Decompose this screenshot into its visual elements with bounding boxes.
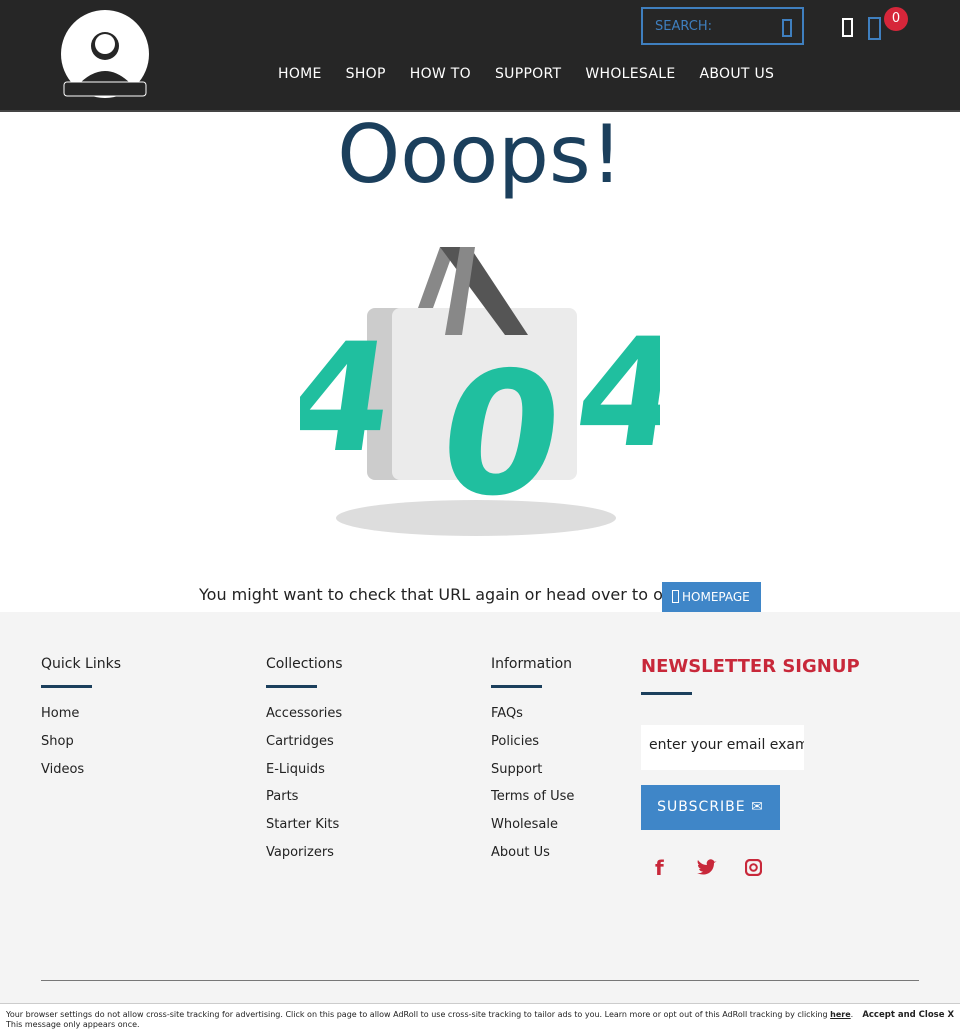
footer-link[interactable]: Vaporizers	[266, 845, 343, 873]
error-message: You might want to check that URL again o…	[199, 585, 680, 604]
footer-link[interactable]: About Us	[491, 845, 574, 873]
header: SEARCH: 0 HOME SHOP HOW TO SUPPORT WHOLE…	[0, 0, 960, 112]
homepage-button[interactable]: HOMEPAGE	[662, 582, 761, 612]
nav-wholesale[interactable]: WHOLESALE	[585, 66, 675, 82]
divider	[266, 685, 317, 688]
footer-link[interactable]: Shop	[41, 734, 121, 762]
footer-link[interactable]: Videos	[41, 762, 121, 790]
information-heading: Information	[491, 656, 573, 672]
nav-how-to[interactable]: HOW TO	[410, 66, 471, 82]
footer-link[interactable]: Parts	[266, 789, 343, 817]
homepage-label: HOMEPAGE	[682, 590, 750, 604]
footer-link[interactable]: E-Liquids	[266, 762, 343, 790]
accept-close-button[interactable]: Accept and Close X	[862, 1010, 954, 1020]
footer-link[interactable]: Wholesale	[491, 817, 574, 845]
cookie-banner: Your browser settings do not allow cross…	[0, 1003, 960, 1036]
cart-count-badge: 0	[884, 7, 908, 31]
footer-link[interactable]: Terms of Use	[491, 789, 574, 817]
svg-text:4: 4	[565, 306, 660, 481]
logo[interactable]	[52, 6, 158, 108]
subscribe-button[interactable]: SUBSCRIBE ✉	[641, 785, 780, 830]
nav-shop[interactable]: SHOP	[346, 66, 386, 82]
nav-support[interactable]: SUPPORT	[495, 66, 561, 82]
footer-link[interactable]: Support	[491, 762, 574, 790]
footer-newsletter: NEWSLETTER SIGNUP	[641, 656, 860, 713]
footer-link[interactable]: Home	[41, 706, 121, 734]
main-nav: HOME SHOP HOW TO SUPPORT WHOLESALE ABOUT…	[278, 66, 774, 82]
404-illustration: 4 0 4	[300, 247, 660, 536]
footer-divider	[41, 980, 919, 981]
search-input[interactable]: SEARCH:	[641, 7, 804, 45]
account-icon[interactable]	[842, 18, 853, 37]
footer-collections: Collections Accessories Cartridges E-Liq…	[266, 656, 343, 873]
footer-link[interactable]: Cartridges	[266, 734, 343, 762]
quick-links-heading: Quick Links	[41, 656, 122, 672]
footer-quick-links: Quick Links Home Shop Videos	[41, 656, 121, 789]
page-title: Ooops!	[337, 108, 623, 201]
footer-link[interactable]: Policies	[491, 734, 574, 762]
divider	[491, 685, 542, 688]
twitter-icon[interactable]	[697, 859, 717, 875]
email-input[interactable]: enter your email example@mail.com	[641, 725, 804, 770]
search-icon[interactable]	[782, 19, 792, 37]
footer-link[interactable]: Starter Kits	[266, 817, 343, 845]
search-placeholder: SEARCH:	[655, 19, 712, 34]
footer-information: Information FAQs Policies Support Terms …	[491, 656, 574, 873]
collections-heading: Collections	[266, 656, 343, 672]
divider	[641, 692, 692, 695]
cookie-text: Your browser settings do not allow cross…	[6, 1010, 866, 1030]
cookie-here-link[interactable]: here	[830, 1010, 851, 1019]
cookie-message: Your browser settings do not allow cross…	[6, 1010, 828, 1019]
footer-link[interactable]: Accessories	[266, 706, 343, 734]
facebook-icon[interactable]: f	[655, 856, 664, 880]
nav-about-us[interactable]: ABOUT US	[699, 66, 774, 82]
newsletter-heading: NEWSLETTER SIGNUP	[641, 656, 860, 677]
footer-link[interactable]: FAQs	[491, 706, 574, 734]
nav-home[interactable]: HOME	[278, 66, 322, 82]
home-icon	[672, 590, 679, 603]
instagram-icon[interactable]	[745, 859, 762, 876]
divider	[41, 685, 92, 688]
cart-icon[interactable]	[868, 17, 881, 40]
